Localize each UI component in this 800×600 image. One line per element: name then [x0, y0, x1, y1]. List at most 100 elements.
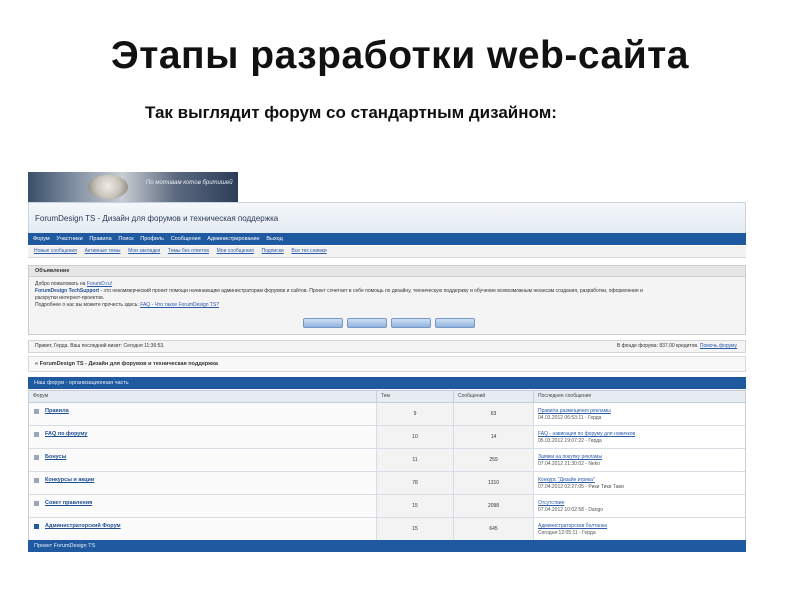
posts-count: 2098 [454, 495, 534, 517]
notice-faq-link[interactable]: FAQ - Что такое ForumDesign TS? [140, 302, 219, 308]
sub-nav: Новые сообщения Активные темы Мои заклад… [28, 246, 746, 258]
notice-button-1[interactable] [303, 318, 343, 328]
forum-name-link[interactable]: Бонусы [45, 454, 66, 460]
last-post-meta: 07.04.2012 02:27:05 - Рики Тики Тави [538, 484, 624, 490]
topics-count: 15 [377, 518, 454, 540]
col-topics: Тем [377, 391, 454, 402]
subnav-bookmarks[interactable]: Мои закладки [128, 246, 160, 257]
last-post-link[interactable]: FAQ - навигация по форуму для новичков [538, 431, 635, 437]
slide-subtitle: Так выглядит форум со стандартным дизайн… [145, 103, 557, 122]
posts-count: 63 [454, 403, 534, 425]
welcome-text: Привет, Герда. Ваш последний визит: Сего… [35, 343, 165, 349]
forum-title: ForumDesign TS - Дизайн для форумов и те… [35, 214, 279, 223]
announcement-box: Объявление Добро пожаловать на ForumD.ru… [28, 265, 746, 335]
subnav-unanswered[interactable]: Темы без ответов [168, 246, 209, 257]
last-post-meta: 05.03.2012 19:07:22 - Герда [538, 438, 602, 444]
footer-bar: Проект ForumDesign TS [28, 540, 746, 552]
category-title[interactable]: Наш форум - организационная часть [34, 380, 129, 386]
subnav-active-topics[interactable]: Активные темы [85, 246, 121, 257]
posts-count: 645 [454, 518, 534, 540]
forum-header: ForumDesign TS - Дизайн для форумов и те… [28, 202, 746, 234]
forum-screenshot: По мотивам котов бритишей ForumDesign TS… [28, 172, 746, 554]
breadcrumb: « ForumDesign TS - Дизайн для форумов и … [28, 356, 746, 372]
col-posts: Сообщений [454, 391, 534, 402]
forum-icon [34, 409, 39, 414]
notice-more-text: Подробнее о нас вы можете прочесть здесь… [35, 302, 139, 308]
forum-name-link[interactable]: Конкурсы и акции [45, 477, 94, 483]
table-row: Совет правления 15 2098 Отсутствие 07.04.… [29, 495, 745, 518]
announcement-header: Объявление [29, 266, 745, 277]
notice-button-4[interactable] [435, 318, 475, 328]
topics-count: 9 [377, 403, 454, 425]
last-post-meta: 04.03.2012 06:53:11 - Герда [538, 415, 602, 421]
table-row: FAQ по форуму 10 14 FAQ - навигация по ф… [29, 426, 745, 449]
announcement-heading: Объявление [35, 268, 70, 274]
nav-rules[interactable]: Правила [89, 233, 111, 245]
forum-icon [34, 501, 39, 506]
last-post-meta: 07.04.2012 21:30:02 - Neko [538, 461, 600, 467]
table-row: Правила 9 63 Правила размещения рекламы 0… [29, 403, 745, 426]
slide-title: Этапы разработки web-сайта [111, 34, 689, 77]
forum-icon [34, 524, 39, 529]
last-post-link[interactable]: Заявки на покупку рекламы [538, 454, 602, 460]
notice-description: - это некоммерческий проект помощи начин… [99, 288, 643, 294]
breadcrumb-link[interactable]: « ForumDesign TS - Дизайн для форумов и … [35, 361, 218, 367]
posts-count: 1310 [454, 472, 534, 494]
nav-admin[interactable]: Администрирование [207, 233, 259, 245]
posts-count: 14 [454, 426, 534, 448]
forum-name-link[interactable]: Администраторский Форум [45, 523, 121, 529]
forum-icon [34, 432, 39, 437]
notice-line-1: Добро пожаловать на ForumD.ru! [35, 281, 112, 287]
topics-count: 11 [377, 449, 454, 471]
banner-text: По мотивам котов бритишей [146, 180, 233, 186]
notice-line-3: раскрутки интернет-проектов. [35, 295, 105, 301]
notice-button-3[interactable] [391, 318, 431, 328]
subnav-new-posts[interactable]: Новые сообщения [34, 246, 77, 257]
forum-name-link[interactable]: Правила [45, 408, 69, 414]
notice-welcome-text: Добро пожаловать на [35, 281, 86, 287]
last-post-link[interactable]: Правила размещения рекламы [538, 408, 611, 414]
table-row: Конкурсы и акции 78 1310 Конкурс "Дизайн… [29, 472, 745, 495]
nav-search[interactable]: Поиск [118, 233, 133, 245]
help-forum-link[interactable]: Помочь форуму [700, 343, 737, 349]
last-post-meta: 07.04.2012 10:02:58 - Dango [538, 507, 604, 513]
nav-messages[interactable]: Сообщения [171, 233, 201, 245]
table-row: Бонусы 11 259 Заявки на покупку рекламы 0… [29, 449, 745, 472]
posts-count: 259 [454, 449, 534, 471]
category-header: Наш форум - организационная часть [28, 377, 746, 389]
fund-text: В фонде форума: 837.00 кредитов. [616, 343, 699, 349]
forum-name-link[interactable]: Совет правления [45, 500, 92, 506]
nav-members[interactable]: Участники [56, 233, 82, 245]
footer-text: Проект ForumDesign TS [34, 543, 96, 549]
subnav-subscriptions[interactable]: Подписки [262, 246, 284, 257]
subnav-snapshots[interactable]: Все тех.снимки [291, 246, 326, 257]
col-last-post: Последнее сообщение [538, 393, 592, 399]
notice-line-2: ForumDesign TechSupport - это некоммерче… [35, 288, 643, 294]
forum-fund: В фонде форума: 837.00 кредитов. Помочь … [617, 343, 737, 349]
last-post-link[interactable]: Отсутствие [538, 500, 564, 506]
topics-count: 15 [377, 495, 454, 517]
notice-site-link[interactable]: ForumD.ru! [87, 281, 112, 287]
table-row: Администраторский Форум 15 645 Администр… [29, 518, 745, 541]
nav-forum[interactable]: Форум [33, 233, 50, 245]
forum-banner: По мотивам котов бритишей [28, 172, 238, 202]
topics-count: 10 [377, 426, 454, 448]
forum-icon [34, 478, 39, 483]
notice-line-4: Подробнее о нас вы можете прочесть здесь… [35, 302, 219, 308]
last-post-link[interactable]: Конкурс "Дизайн игрика" [538, 477, 595, 483]
col-forum: Форум [29, 391, 377, 402]
forum-table: Форум Тем Сообщений Последнее сообщение … [28, 390, 746, 542]
cat-image [88, 175, 128, 199]
last-post-meta: Сегодня 12:05:11 - Герда [538, 530, 596, 536]
notice-button-2[interactable] [347, 318, 387, 328]
main-nav: Форум Участники Правила Поиск Профиль Со… [28, 233, 746, 245]
notice-buttons [303, 318, 479, 330]
table-header: Форум Тем Сообщений Последнее сообщение [29, 391, 745, 403]
forum-name-link[interactable]: FAQ по форуму [45, 431, 87, 437]
nav-profile[interactable]: Профиль [140, 233, 164, 245]
user-info-bar: Привет, Герда. Ваш последний визит: Сего… [28, 340, 746, 353]
nav-logout[interactable]: Выход [266, 233, 282, 245]
subnav-my-posts[interactable]: Мои сообщения [217, 246, 254, 257]
last-post-link[interactable]: Администраторская болтанка [538, 523, 607, 529]
notice-brand: ForumDesign TechSupport [35, 288, 100, 294]
